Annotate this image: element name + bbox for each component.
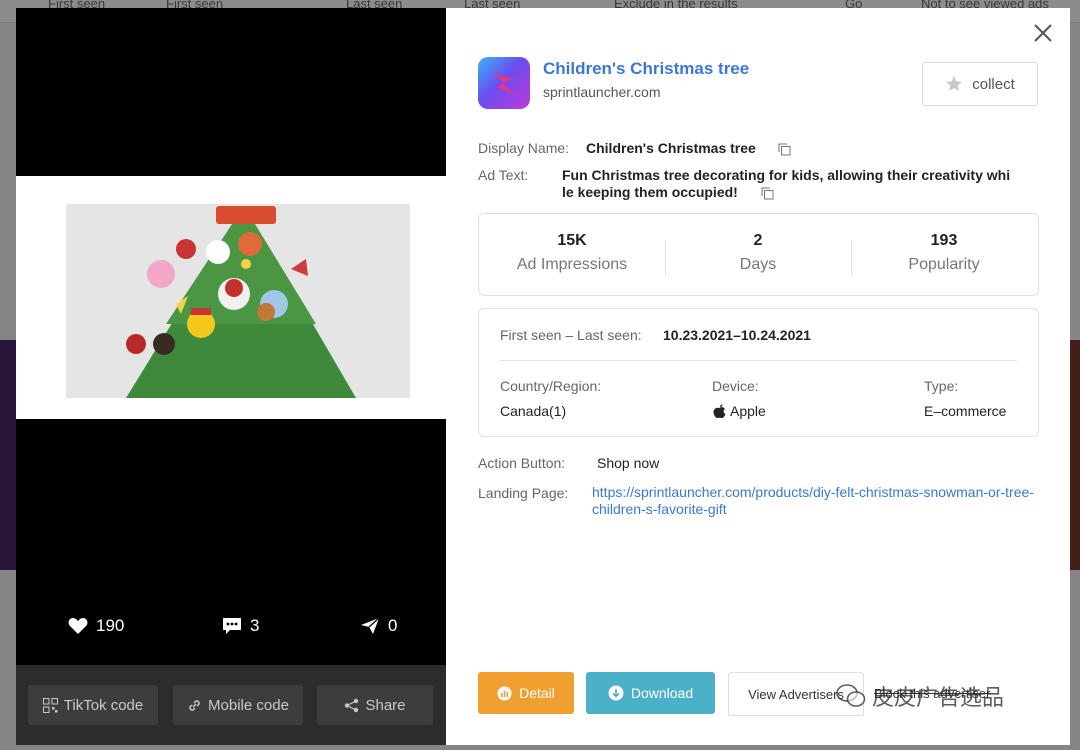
- comment-icon: [223, 618, 241, 634]
- landing-page-link[interactable]: https://sprintlauncher.com/products/diy-…: [592, 484, 1038, 518]
- display-name-value: Children's Christmas tree: [586, 140, 756, 156]
- media-actions-bar: TikTok code Mobile code Share: [16, 665, 446, 745]
- likes-stat: 190: [68, 616, 124, 636]
- ad-text-label: Ad Text:: [478, 167, 529, 183]
- download-button[interactable]: Download: [586, 672, 715, 714]
- collect-button[interactable]: collect: [922, 62, 1038, 106]
- country-value: Canada(1): [500, 403, 567, 419]
- action-button-label: Action Button:: [478, 455, 566, 471]
- metrics-box: 15K Ad Impressions 2 Days 193 Popularity: [478, 213, 1039, 296]
- share-icon: [345, 698, 359, 712]
- ad-info-box: First seen – Last seen: 10.23.2021–10.24…: [478, 308, 1039, 437]
- type-label: Type:: [924, 378, 959, 394]
- display-name-label: Display Name:: [478, 140, 570, 156]
- mobile-code-button[interactable]: Mobile code: [173, 685, 303, 725]
- download-label: Download: [630, 685, 694, 701]
- download-icon: [608, 685, 624, 701]
- chart-icon: [497, 686, 512, 700]
- tiktok-code-button[interactable]: TikTok code: [28, 685, 158, 725]
- send-icon: [361, 617, 380, 634]
- metric-impressions: 15K Ad Impressions: [479, 232, 665, 274]
- copy-icon[interactable]: [761, 187, 774, 200]
- share-button[interactable]: Share: [317, 685, 433, 725]
- metric-value: 15K: [557, 232, 587, 249]
- metric-label: Ad Impressions: [516, 256, 628, 273]
- type-value: E–commerce: [924, 403, 1007, 419]
- seen-value: 10.23.2021–10.24.2021: [663, 327, 811, 343]
- landing-page-label: Landing Page:: [478, 485, 569, 501]
- apple-icon: [713, 404, 726, 419]
- qr-code-icon: [42, 697, 58, 713]
- detail-button[interactable]: Detail: [478, 672, 574, 714]
- rocket-icon: [492, 73, 516, 95]
- seen-label: First seen – Last seen:: [500, 327, 642, 343]
- detail-label: Detail: [519, 685, 555, 701]
- mobile-code-label: Mobile code: [208, 696, 289, 714]
- video-thumbnail: [66, 204, 410, 398]
- watermark-text: 皮皮广告选品: [872, 686, 1005, 711]
- engagement-stats: 190 3 0: [16, 616, 446, 640]
- metric-label: Days: [739, 256, 777, 273]
- app-logo: [478, 57, 530, 109]
- comments-stat: 3: [222, 616, 259, 636]
- metric-value: 2: [753, 232, 763, 249]
- link-icon: [189, 699, 200, 711]
- shares-count: 0: [388, 616, 398, 635]
- ad-video[interactable]: [16, 176, 446, 419]
- tiktok-code-label: TikTok code: [63, 696, 144, 714]
- wechat-watermark: 皮皮广告选品: [836, 680, 1004, 712]
- metric-popularity: 193 Popularity: [851, 232, 1037, 274]
- metric-days: 2 Days: [665, 232, 851, 274]
- ad-detail-modal: 190 3 0 TikTok code Mobile code Share Ch…: [16, 8, 1070, 745]
- media-panel: 190 3 0 TikTok code Mobile code Share: [16, 8, 446, 745]
- view-advertisers-label: View Advertisers: [748, 686, 844, 702]
- copy-icon[interactable]: [778, 143, 791, 156]
- ad-text-line: le keeping them occupied!: [562, 184, 738, 200]
- wechat-icon: [836, 684, 866, 707]
- heart-icon: [68, 618, 88, 634]
- app-domain: sprintlauncher.com: [543, 84, 661, 100]
- likes-count: 190: [96, 616, 125, 635]
- ad-text-line: Fun Christmas tree decorating for kids, …: [562, 167, 1011, 183]
- action-button-value: Shop now: [597, 455, 660, 471]
- close-icon[interactable]: [1032, 22, 1054, 44]
- ad-info-panel: Children's Christmas tree sprintlauncher…: [446, 8, 1070, 745]
- comments-count: 3: [250, 616, 260, 635]
- app-name-link[interactable]: Children's Christmas tree: [543, 59, 749, 79]
- metric-value: 193: [930, 232, 958, 249]
- divider: [500, 360, 1017, 361]
- star-icon: [946, 76, 963, 91]
- share-label: Share: [365, 696, 406, 714]
- device-label: Device:: [712, 378, 759, 394]
- metric-label: Popularity: [908, 256, 980, 273]
- country-label: Country/Region:: [500, 378, 602, 394]
- device-value: Apple: [730, 403, 766, 419]
- shares-stat: 0: [360, 616, 397, 636]
- collect-label: collect: [972, 75, 1015, 93]
